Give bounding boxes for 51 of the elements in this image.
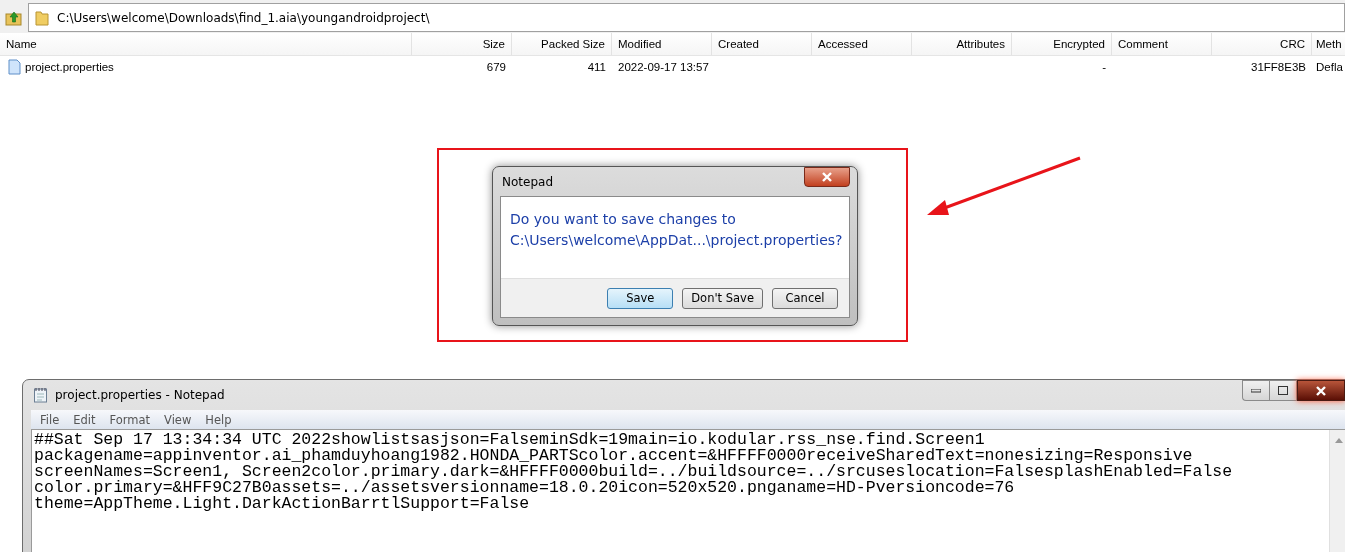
column-header[interactable]: Packed Size (512, 33, 612, 55)
dialog-message: Do you want to save changes to (510, 210, 737, 229)
table-cell: 411 (587, 61, 606, 73)
table-cell: 679 (486, 61, 506, 73)
table-cell: - (1102, 61, 1106, 73)
file-row[interactable]: project.properties 679 411 2022-09-17 13:57 - 31FF8E3B Defla (0, 56, 1345, 78)
maximize-button[interactable] (1269, 380, 1297, 401)
column-header[interactable]: Accessed (812, 33, 912, 55)
close-icon (821, 171, 833, 182)
text-line: ##Sat Sep 17 13:34:34 UTC 2022showlistsasjson=FalseminSdk=19main=io.kodular.rss_nse.find.Screen1 (34, 432, 985, 448)
menu-item[interactable]: Format (102, 412, 158, 427)
close-button[interactable] (1297, 380, 1345, 401)
column-header[interactable]: Meth (1312, 33, 1345, 55)
minimize-icon (1251, 388, 1261, 393)
dialog-message: C:\Users\welcome\AppDat...\project.properties? (510, 231, 840, 250)
text-editor[interactable] (31, 429, 1345, 552)
dialog-button[interactable]: Cancel (772, 287, 838, 309)
scrollbar[interactable] (1329, 430, 1345, 552)
dialog-button[interactable]: Save (607, 287, 674, 309)
menu-item[interactable]: Help (198, 412, 239, 427)
column-header[interactable]: Modified (612, 33, 712, 55)
folder-icon (35, 8, 49, 27)
close-icon (1315, 385, 1327, 396)
text-line: screenNames=Screen1, Screen2color.primary.dark=&HFFFF0000build=../buildsource=../srcuseslocation=FalsesplashEnabled=False (34, 464, 1234, 480)
notepad-icon (33, 387, 48, 403)
folder-up-icon (5, 9, 23, 27)
dialog-button[interactable]: Don't Save (682, 287, 763, 309)
dialog-title: Notepad (502, 174, 553, 189)
scroll-up-icon (1334, 438, 1343, 443)
address-field[interactable]: C:\Users\welcome\Downloads\find_1.aia\youngandroidproject\ (28, 3, 1345, 32)
column-header[interactable]: Size (412, 33, 512, 55)
menu-item[interactable]: Edit (66, 412, 103, 427)
menu-item[interactable]: View (157, 412, 199, 427)
column-header[interactable]: Created (712, 33, 812, 55)
table-cell: 31FF8E3B (1251, 61, 1306, 73)
text-line: color.primary=&HFF9C27B0assets=../assetsversionname=18.0.20icon=520x520.pnganame=HD-Pversioncode=76 (34, 480, 1015, 496)
table-cell: Defla (1316, 61, 1343, 73)
maximize-icon (1278, 386, 1288, 395)
column-header[interactable]: Attributes (912, 33, 1012, 55)
menu-item[interactable]: File (33, 412, 67, 427)
column-header[interactable]: Encrypted (1012, 33, 1112, 55)
column-header[interactable]: Name (0, 33, 412, 55)
column-header[interactable]: CRC (1212, 33, 1312, 55)
close-button[interactable] (804, 166, 850, 187)
text-line: packagename=appinventor.ai_phamduyhoang1982.HONDA_PARTScolor.accent=&HFFFF0000receiveSharedText=nonesizing=Responsive (34, 448, 1193, 464)
window-title: project.properties - Notepad (55, 388, 225, 402)
column-header[interactable]: Comment (1112, 33, 1212, 55)
file-icon (8, 59, 21, 75)
table-cell: project.properties (25, 61, 114, 73)
table-cell: 2022-09-17 13:57 (618, 61, 709, 73)
text-line: theme=AppTheme.Light.DarkActionBarrtlSupport=False (34, 496, 530, 512)
